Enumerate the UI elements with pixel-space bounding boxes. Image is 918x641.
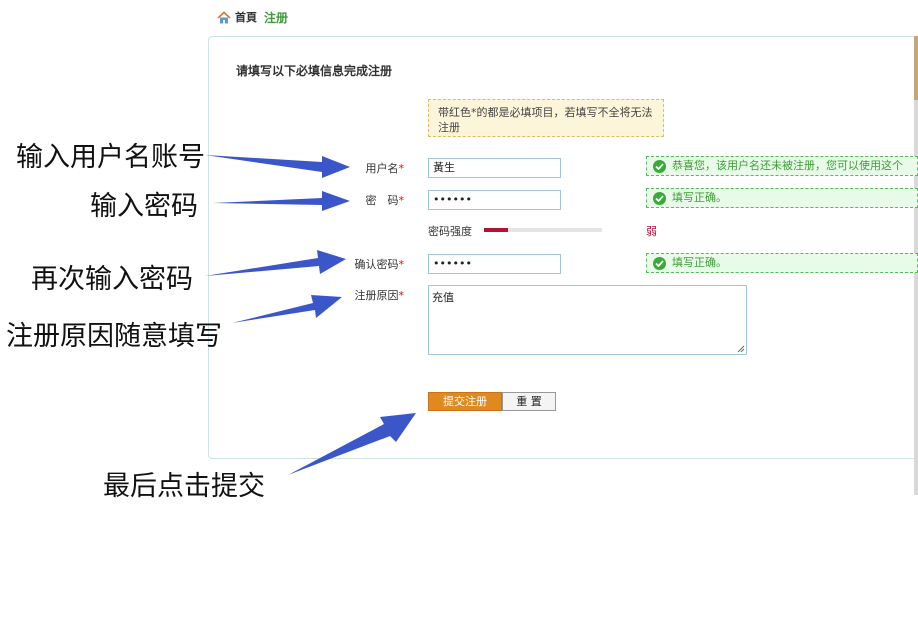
arrow-reason	[232, 295, 342, 323]
arrow-password	[213, 191, 350, 211]
annotation-confirm: 再次输入密码	[31, 264, 193, 295]
annotation-submit: 最后点击提交	[103, 471, 265, 502]
arrow-submit	[288, 413, 416, 475]
arrow-username	[205, 155, 350, 178]
arrow-confirm	[205, 250, 346, 276]
annotation-password: 输入密码	[90, 191, 198, 222]
annotation-reason: 注册原因随意填写	[6, 321, 222, 352]
annotation-username: 输入用户名账号	[16, 142, 205, 173]
